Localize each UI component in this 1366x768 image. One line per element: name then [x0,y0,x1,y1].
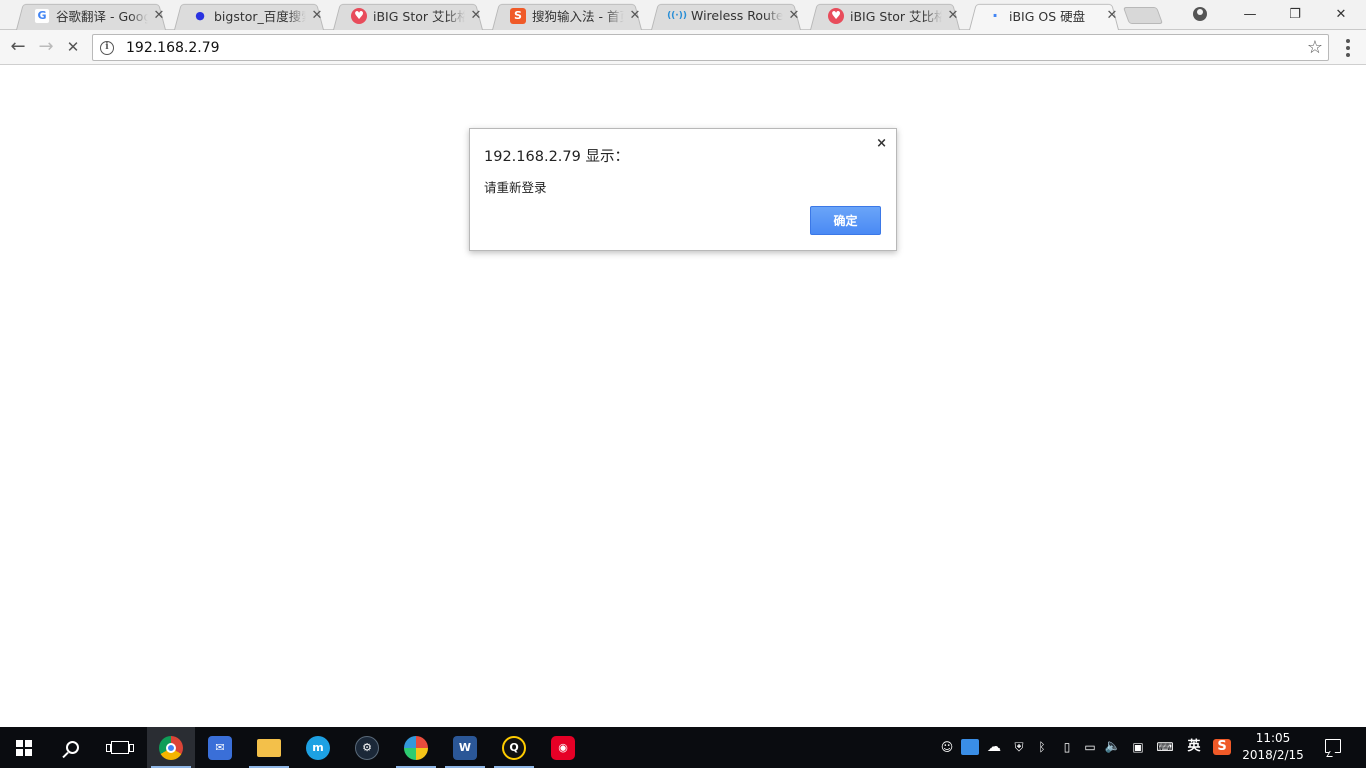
clock-date: 2018/2/15 [1242,748,1304,762]
chrome-icon [159,735,183,760]
folder-icon [257,738,281,757]
minimize-button[interactable]: — [1227,0,1273,28]
taskbar-colorful-app[interactable] [392,727,440,768]
tab-title: Wireless Router Firmware [691,8,783,23]
tray-mascot-icon[interactable]: ☺ [938,739,956,755]
restore-button[interactable]: ❐ [1272,0,1318,28]
tab-google-translate[interactable]: G 谷歌翻译 - Google 翻译 ✕ [8,1,174,30]
wireless-icon: ((·)) [667,10,687,21]
ibig-heart-icon: ♥ [351,7,367,24]
close-icon[interactable]: × [876,136,887,151]
steam-icon: ⚙ [355,735,379,760]
tab-ibig-stor-1[interactable]: ♥ iBIG Stor 艾比格特 ✕ [325,1,491,30]
search-button[interactable] [48,727,96,768]
ok-button[interactable]: 确定 [810,206,881,235]
info-icon[interactable]: i [100,40,114,55]
network-icon[interactable]: ▣ [1129,739,1147,755]
tab-title: bigstor_百度搜索 [214,9,306,24]
search-icon [65,741,79,754]
sogou-ime-icon[interactable]: S [1213,739,1231,755]
tray-app-icon[interactable] [961,739,979,755]
alert-dialog: 192.168.2.79 显示： × 请重新登录 确定 [469,128,897,251]
menu-dots-icon[interactable] [1341,39,1355,57]
forward-button[interactable]: → [34,36,58,60]
qq-penguin-icon: Q [502,735,526,760]
loading-icon: · [991,6,999,25]
google-icon: G [34,7,50,24]
url-text[interactable]: 192.168.2.79 [126,40,220,56]
word-icon: W [453,735,477,760]
tab-ibig-os-active[interactable]: · iBIG OS 硬盘 ✕ [961,1,1127,30]
tab-close-icon[interactable]: ✕ [628,8,642,23]
keyboard-icon[interactable]: ⌨ [1153,739,1177,755]
action-center-icon[interactable] [1325,739,1341,753]
dialog-title: 192.168.2.79 显示： [484,149,629,165]
taskbar-qq[interactable]: Q [490,727,538,768]
clover-icon [404,735,428,760]
ibig-heart-icon: ♥ [828,7,844,24]
taskbar: ✉ m ⚙ W Q ◉ ☺ ☁ ⛨ ᛒ ▯ ▭ 🔈 ▣ ⌨ 英 S 11:05 … [0,727,1366,768]
taskbar-clock[interactable]: 11:05 2018/2/15 [1240,730,1306,764]
taskbar-steam[interactable]: ⚙ [343,727,391,768]
volume-icon[interactable]: 🔈 [1104,739,1122,755]
ime-mode-indicator[interactable]: 英 [1185,739,1203,755]
tab-close-icon[interactable]: ✕ [787,8,801,23]
taskbar-file-explorer[interactable] [245,727,293,768]
task-view-icon [106,741,134,754]
tab-wireless-router[interactable]: ((·)) Wireless Router Firmware ✕ [643,1,809,30]
new-tab-button[interactable] [1122,7,1164,24]
sogou-icon: S [510,7,526,24]
taskbar-chrome[interactable] [147,727,195,768]
tab-title: iBIG OS 硬盘 [1009,9,1086,24]
profile-icon[interactable] [1193,7,1207,21]
tab-title: 搜狗输入法 - 首页 [532,9,624,24]
taskbar-mail[interactable]: ✉ [196,727,244,768]
tab-baidu-search[interactable]: ● bigstor_百度搜索 ✕ [166,1,332,30]
usb-drive-icon[interactable]: ▯ [1058,739,1076,755]
windows-icon [16,739,32,756]
tab-sogou[interactable]: S 搜狗输入法 - 首页 ✕ [484,1,650,30]
tab-strip: G 谷歌翻译 - Google 翻译 ✕ ● bigstor_百度搜索 ✕ ♥ … [0,0,1366,30]
taskbar-word[interactable]: W [441,727,489,768]
meitu-icon: m [306,735,330,760]
tab-close-icon[interactable]: ✕ [469,8,483,23]
baidu-paw-icon: ● [195,9,205,22]
tab-title: iBIG Stor 艾比格特 [373,9,465,24]
tab-close-icon[interactable]: ✕ [946,8,960,23]
netease-music-icon: ◉ [551,735,575,760]
mail-bird-icon: ✉ [208,735,232,760]
tab-close-icon[interactable]: ✕ [310,8,324,23]
clock-time: 11:05 [1255,731,1291,745]
close-window-button[interactable]: ✕ [1318,0,1364,28]
taskbar-meitu[interactable]: m [294,727,342,768]
tab-title: iBIG Stor 艾比格特 [850,9,942,24]
bluetooth-icon[interactable]: ᛒ [1033,739,1051,755]
task-view-button[interactable] [96,727,144,768]
address-bar[interactable]: i 192.168.2.79 ☆ [92,34,1329,61]
taskbar-netease-music[interactable]: ◉ [539,727,587,768]
tab-title: 谷歌翻译 - Google 翻译 [56,9,148,24]
page-content: 192.168.2.79 显示： × 请重新登录 确定 [0,66,1366,727]
defender-shield-icon[interactable]: ⛨ [1010,739,1028,755]
tab-ibig-stor-2[interactable]: ♥ iBIG Stor 艾比格特 ✕ [802,1,968,30]
tab-close-icon[interactable]: ✕ [152,8,166,23]
battery-icon[interactable]: ▭ [1081,739,1099,755]
tab-close-icon[interactable]: ✕ [1105,8,1119,23]
dialog-message: 请重新登录 [484,180,547,195]
bookmark-star-icon[interactable]: ☆ [1307,37,1323,58]
browser-toolbar: ← → ✕ i 192.168.2.79 ☆ [0,30,1366,65]
start-button[interactable] [0,727,48,768]
back-button[interactable]: ← [6,36,30,60]
stop-loading-button[interactable]: ✕ [61,36,85,60]
onedrive-cloud-icon[interactable]: ☁ [985,739,1003,755]
